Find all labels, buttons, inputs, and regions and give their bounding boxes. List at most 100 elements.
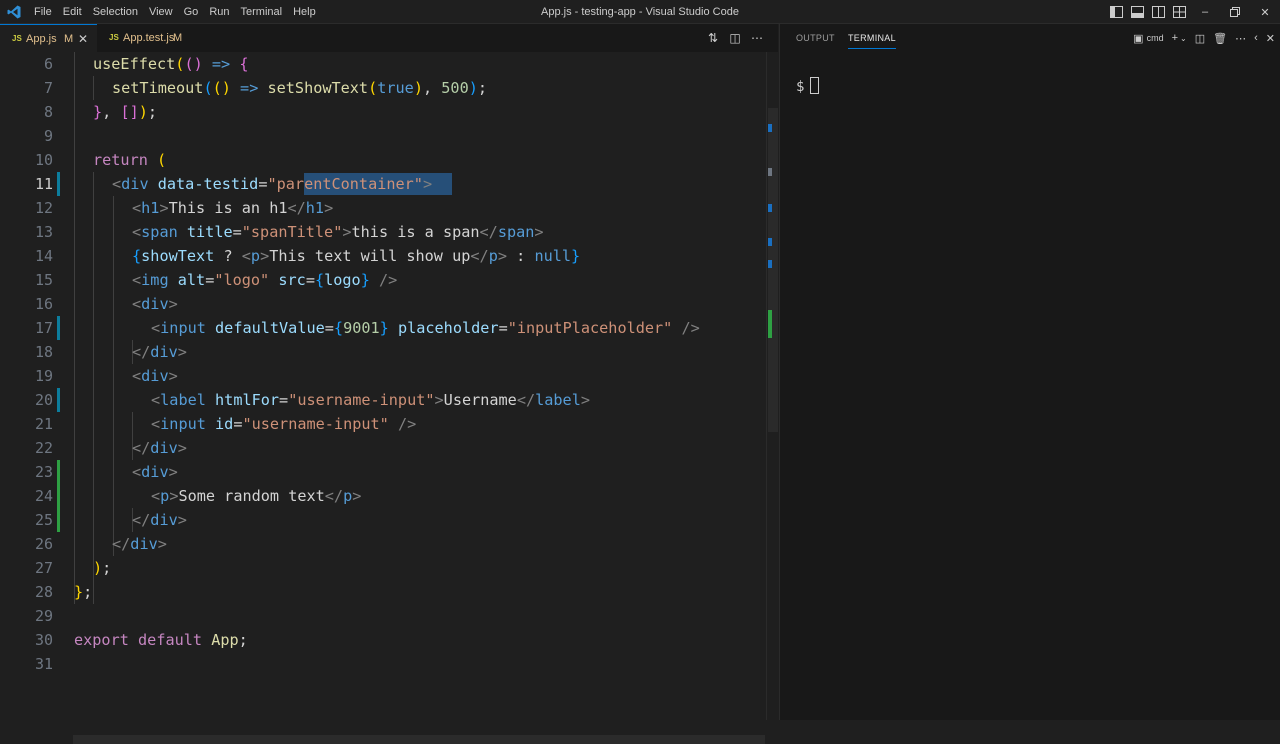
chevron-down-icon[interactable]: ⌄ <box>1180 34 1187 43</box>
code-line: <input defaultValue={9001} placeholder="… <box>151 319 700 337</box>
code-line: <p>Some random text</p> <box>151 487 362 505</box>
toggle-panel-icon[interactable] <box>1127 0 1147 24</box>
customize-layout-icon[interactable] <box>1169 0 1189 24</box>
line-number: 30 <box>34 631 53 649</box>
git-modified-marker <box>57 172 60 196</box>
terminal-prompt[interactable]: $ <box>796 77 820 95</box>
line-number: 11 <box>34 175 53 193</box>
split-terminal-icon[interactable]: ◫ <box>1195 32 1205 45</box>
modified-badge: M <box>173 32 183 44</box>
terminal-icon[interactable]: ▣ <box>1133 32 1143 45</box>
tab-label: App.js <box>26 33 57 45</box>
line-number: 16 <box>34 295 53 313</box>
line-number: 7 <box>43 79 53 97</box>
overview-ruler-marker <box>768 168 772 176</box>
overview-ruler-marker <box>768 238 772 246</box>
trash-icon[interactable]: 🗑 <box>1213 32 1227 45</box>
line-number: 9 <box>43 127 53 145</box>
tab-app-js[interactable]: JS App.js M ✕ <box>0 24 97 52</box>
code-line: <label htmlFor="username-input">Username… <box>151 391 590 409</box>
line-number: 29 <box>34 607 53 625</box>
code-line: <div data-testid="parentContainer"> <box>112 175 433 193</box>
overview-ruler-marker <box>768 310 772 338</box>
panel-tabs: OUTPUT TERMINAL ▣ cmd + ⌄ ◫ 🗑 ⋯ ‹ ✕ <box>780 24 1280 52</box>
code-line: ); <box>93 559 112 577</box>
line-number: 10 <box>34 151 53 169</box>
code-line: <span title="spanTitle">this is a span</… <box>132 223 544 241</box>
line-number: 27 <box>34 559 53 577</box>
code-line: }, []); <box>93 103 158 121</box>
indent-guide <box>113 196 114 556</box>
terminal-panel: OUTPUT TERMINAL ▣ cmd + ⌄ ◫ 🗑 ⋯ ‹ ✕ $ <box>779 24 1280 720</box>
shell-label[interactable]: cmd <box>1147 33 1164 43</box>
code-line: </div> <box>132 511 187 529</box>
line-number: 8 <box>43 103 53 121</box>
menu-bar: File Edit Selection View Go Run Terminal… <box>34 0 327 24</box>
tab-output[interactable]: OUTPUT <box>796 24 835 52</box>
line-number: 14 <box>34 247 53 265</box>
modified-badge: M <box>64 33 74 45</box>
js-file-icon: JS <box>12 34 22 43</box>
title-bar: File Edit Selection View Go Run Terminal… <box>0 0 1280 24</box>
line-number: 13 <box>34 223 53 241</box>
menu-go[interactable]: Go <box>184 0 199 24</box>
split-editor-icon[interactable]: ◫ <box>724 31 746 45</box>
menu-run[interactable]: Run <box>209 0 229 24</box>
line-number: 21 <box>34 415 53 433</box>
code-line: useEffect(() => { <box>93 55 249 73</box>
overview-ruler-marker <box>768 124 772 132</box>
restore-icon[interactable] <box>1220 0 1250 24</box>
toggle-secondary-sidebar-icon[interactable] <box>1148 0 1168 24</box>
code-line: <div> <box>132 463 178 481</box>
indent-guide <box>74 52 75 604</box>
menu-terminal[interactable]: Terminal <box>241 0 283 24</box>
git-modified-marker <box>57 388 60 412</box>
menu-file[interactable]: File <box>34 0 52 24</box>
minimize-icon[interactable]: – <box>1190 0 1220 24</box>
indent-guide <box>93 76 94 100</box>
code-line: </div> <box>132 439 187 457</box>
close-window-icon[interactable]: ✕ <box>1250 0 1280 24</box>
line-number: 31 <box>34 655 53 673</box>
line-number: 6 <box>43 55 53 73</box>
menu-view[interactable]: View <box>149 0 173 24</box>
code-line: <div> <box>132 367 178 385</box>
horizontal-scrollbar[interactable] <box>73 735 765 744</box>
line-number: 20 <box>34 391 53 409</box>
code-line: export default App; <box>74 631 248 649</box>
line-number: 18 <box>34 343 53 361</box>
panel-toolbar: ▣ cmd + ⌄ ◫ 🗑 ⋯ ‹ ✕ <box>1125 24 1275 52</box>
more-actions-icon[interactable]: ⋯ <box>746 31 768 45</box>
tab-app-test-js[interactable]: JS App.test.js M <box>97 24 190 52</box>
line-number: 12 <box>34 199 53 217</box>
close-icon[interactable]: ✕ <box>78 25 88 53</box>
git-added-marker <box>57 460 60 532</box>
tab-label: App.test.js <box>123 32 175 44</box>
tab-terminal[interactable]: TERMINAL <box>848 24 896 52</box>
new-terminal-icon[interactable]: + <box>1172 32 1178 44</box>
title-tools: – ✕ <box>1106 0 1280 24</box>
line-number: 25 <box>34 511 53 529</box>
code-line: <div> <box>132 295 178 313</box>
code-line: setTimeout(() => setShowText(true), 500)… <box>112 79 488 97</box>
line-number: 17 <box>34 319 53 337</box>
menu-edit[interactable]: Edit <box>63 0 82 24</box>
more-actions-icon[interactable]: ⋯ <box>1235 32 1246 45</box>
code-line: </div> <box>132 343 187 361</box>
line-number: 24 <box>34 487 53 505</box>
line-number: 22 <box>34 439 53 457</box>
chevron-left-icon[interactable]: ‹ <box>1254 32 1258 44</box>
vscode-logo-icon <box>7 5 21 19</box>
code-line: </div> <box>112 535 167 553</box>
scrollbar-thumb[interactable] <box>768 108 778 432</box>
code-line: return ( <box>93 151 167 169</box>
line-number: 23 <box>34 463 53 481</box>
menu-help[interactable]: Help <box>293 0 316 24</box>
line-number: 26 <box>34 535 53 553</box>
menu-selection[interactable]: Selection <box>93 0 138 24</box>
open-changes-icon[interactable]: ⇅ <box>702 31 724 45</box>
js-file-icon: JS <box>109 33 119 42</box>
code-line: <h1>This is an h1</h1> <box>132 199 334 217</box>
close-icon[interactable]: ✕ <box>1266 32 1275 45</box>
toggle-primary-sidebar-icon[interactable] <box>1106 0 1126 24</box>
